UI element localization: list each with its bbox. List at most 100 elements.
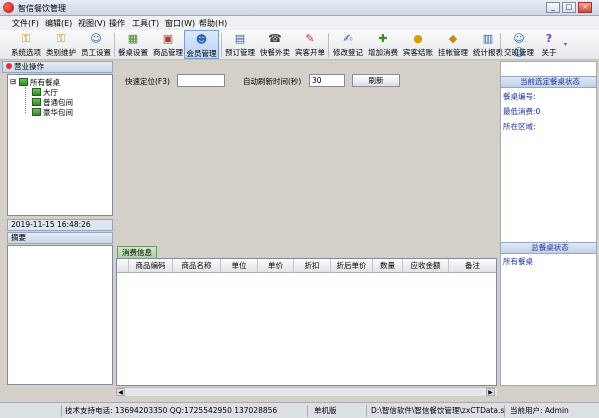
refresh-button[interactable]: 刷新 [352, 74, 400, 87]
toolbar-label: 统计报表 [473, 48, 503, 57]
row-indicator-column [117, 259, 129, 273]
menu-operation[interactable]: 操作 [109, 18, 125, 29]
table-status-area [116, 90, 497, 243]
current-user: 当前用户: Admin [510, 406, 569, 415]
datetime-display: 2019-11-15 16:48:26 [7, 219, 113, 231]
column-header[interactable]: 折后单价 [331, 259, 373, 273]
toolbar-label: 修改登记 [333, 48, 363, 57]
fastfood-delivery-button[interactable]: ☎ 快餐外卖 [258, 30, 292, 59]
column-header[interactable]: 商品名称 [173, 259, 221, 273]
chart-icon: ▥ [482, 32, 494, 45]
bag-icon: ◆ [448, 32, 458, 45]
toolbar-label: 宾客结账 [403, 48, 433, 57]
column-header[interactable]: 应收金额 [403, 259, 449, 273]
toolbar-label: 预订管理 [225, 48, 255, 57]
auto-refresh-label: 自动刷新时间(秒) [243, 77, 302, 86]
toolbar-label: 快餐外卖 [260, 48, 290, 57]
toolbar-separator [221, 33, 222, 57]
staff-settings-button[interactable]: ☺ 员工设置 [79, 30, 113, 59]
grid-header: 商品编码 商品名称 单位 单价 折扣 折后单价 数量 应收金额 备注 [117, 259, 496, 273]
toolbar: ⚿ 系统选项 ⚿ 类别维护 ☺ 员工设置 ▦ 餐桌设置 ▣ 商品管理 ☻ 会员管… [0, 30, 599, 60]
toolbar-separator [500, 33, 501, 57]
booking-manage-button[interactable]: ▤ 预订管理 [223, 30, 257, 59]
horizontal-scrollbar[interactable]: ◀ ▶ [116, 387, 497, 396]
tab-consumption-info[interactable]: 消费信息 [117, 246, 157, 258]
title-bar: 智信餐饮管理 _ □ × [0, 0, 599, 16]
support-contact: 技术支持电话: 13694203350 QQ:1725542950 137028… [63, 405, 308, 417]
consumption-grid: 商品编码 商品名称 单位 单价 折扣 折后单价 数量 应收金额 备注 [116, 258, 497, 386]
table-settings-button[interactable]: ▦ 餐桌设置 [116, 30, 150, 59]
column-header[interactable]: 单位 [221, 259, 258, 273]
menu-window[interactable]: 窗口(W) [165, 18, 195, 29]
app-logo-icon [3, 2, 14, 13]
red-dot-icon [6, 63, 12, 69]
column-header[interactable]: 折扣 [294, 259, 331, 273]
toolbar-label: 会员管理 [186, 49, 217, 58]
menu-view[interactable]: 视图(V) [78, 18, 106, 29]
quick-locate-input[interactable] [177, 74, 225, 87]
edition-label: 单机版 [312, 405, 367, 417]
minimize-button[interactable]: _ [546, 2, 560, 13]
menu-tools[interactable]: 工具(T) [132, 18, 159, 29]
table-group-icon [32, 108, 41, 116]
table-no-label: 餐桌编号: [503, 92, 536, 101]
toolbar-label: 系统选项 [11, 48, 41, 57]
auto-refresh-input[interactable]: 30 [309, 74, 345, 87]
table-icon: ▦ [127, 32, 139, 45]
business-operations-header: 营业操作 [2, 61, 113, 73]
system-options-button[interactable]: ⚿ 系统选项 [9, 30, 43, 59]
shift-manage-button[interactable]: ☺☺ 交班管理 [502, 30, 536, 59]
member-icon: ☻ [195, 33, 208, 46]
table-group-icon [32, 98, 41, 106]
table-tree: ⊟ 所有餐桌 大厅 普通包间 豪华包间 [7, 74, 113, 216]
toolbar-label: 增加消费 [368, 48, 398, 57]
add-icon: ✚ [378, 32, 388, 45]
tree-item-luxury-room[interactable]: 豪华包间 [32, 107, 73, 118]
status-bar: 技术支持电话: 13694203350 QQ:1725542950 137028… [0, 402, 599, 418]
category-maintain-button[interactable]: ⚿ 类别维护 [44, 30, 78, 59]
about-button[interactable]: ? 关于 [537, 30, 561, 59]
scroll-right-icon[interactable]: ▶ [486, 388, 495, 396]
tree-collapse-icon[interactable]: ⊟ [10, 77, 16, 86]
menu-help[interactable]: 帮助(H) [199, 18, 227, 29]
add-consumption-button[interactable]: ✚ 增加消费 [366, 30, 400, 59]
scroll-left-icon[interactable]: ◀ [116, 388, 125, 396]
column-header[interactable]: 单价 [258, 259, 294, 273]
toolbar-label: 餐桌设置 [118, 48, 148, 57]
order-icon: ✎ [305, 32, 315, 45]
toolbar-label: 交班管理 [504, 48, 534, 57]
table-group-icon [32, 88, 41, 96]
people-icon: ☺☺ [513, 32, 525, 59]
coin-icon: ● [413, 32, 423, 45]
menu-bar: 文件(F) 编辑(E) 视图(V) 操作 工具(T) 窗口(W) 帮助(H) [0, 16, 599, 30]
window-title: 智信餐饮管理 [18, 4, 66, 13]
credit-manage-button[interactable]: ◆ 挂帐管理 [436, 30, 470, 59]
summary-box [7, 245, 113, 385]
edit-icon: ✍ [343, 32, 353, 45]
column-header[interactable]: 数量 [373, 259, 403, 273]
member-manage-button[interactable]: ☻ 会员管理 [184, 30, 219, 59]
column-header[interactable]: 商品编码 [129, 259, 173, 273]
summary-header: 摘要 [7, 232, 113, 244]
restore-button[interactable]: □ [562, 2, 576, 13]
current-table-status-header: 当前选定餐桌状态 [500, 76, 597, 88]
table-group-icon [19, 78, 28, 86]
toolbar-separator [328, 33, 329, 57]
guest-checkout-button[interactable]: ● 宾客结账 [401, 30, 435, 59]
menu-edit[interactable]: 编辑(E) [45, 18, 72, 29]
toolbar-label: 类别维护 [46, 48, 76, 57]
toolbar-separator [114, 33, 115, 57]
key-icon: ⚿ [56, 32, 66, 45]
toolbar-overflow-icon[interactable]: ▾ [564, 36, 570, 54]
guest-open-order-button[interactable]: ✎ 宾客开单 [293, 30, 327, 59]
menu-file[interactable]: 文件(F) [12, 18, 39, 29]
goods-icon: ▣ [162, 32, 174, 45]
status-cell-empty [2, 405, 62, 417]
modify-register-button[interactable]: ✍ 修改登记 [331, 30, 365, 59]
key-icon: ⚿ [21, 32, 31, 45]
goods-manage-button[interactable]: ▣ 商品管理 [151, 30, 185, 59]
toolbar-label: 员工设置 [81, 48, 111, 57]
close-button[interactable]: × [578, 2, 592, 13]
column-header[interactable]: 备注 [449, 259, 496, 273]
person-icon: ☺ [90, 32, 102, 45]
